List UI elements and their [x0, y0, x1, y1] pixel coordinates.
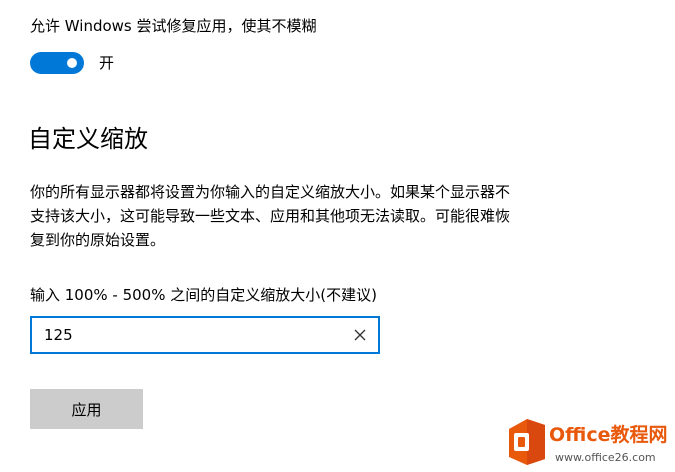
office-logo-icon: [509, 419, 545, 465]
toggle-knob: [67, 58, 77, 68]
watermark-brand: Office教程网: [549, 424, 668, 446]
description-line: 你的所有显示器都将设置为你输入的自定义缩放大小。如果某个显示器不: [30, 183, 511, 201]
toggle-state-label: 开: [99, 54, 115, 72]
scaling-description: 你的所有显示器都将设置为你输入的自定义缩放大小。如果某个显示器不 支持该大小，这…: [30, 180, 610, 252]
scale-input-label: 输入 100% - 500% 之间的自定义缩放大小(不建议): [30, 286, 377, 304]
apply-button[interactable]: 应用: [30, 389, 143, 429]
scale-input[interactable]: [44, 324, 334, 346]
watermark: Office教程网 www.office26.com: [505, 413, 673, 469]
close-icon[interactable]: [352, 327, 368, 343]
description-line: 支持该大小，这可能导致一些文本、应用和其他项无法读取。可能很难恢: [30, 207, 511, 225]
watermark-url: www.office26.com: [555, 451, 656, 464]
fix-apps-toggle[interactable]: [30, 52, 84, 74]
scale-input-box[interactable]: [30, 316, 380, 354]
fix-apps-label: 允许 Windows 尝试修复应用，使其不模糊: [30, 17, 317, 35]
description-line: 复到你的原始设置。: [30, 231, 166, 249]
section-title: 自定义缩放: [28, 125, 148, 153]
